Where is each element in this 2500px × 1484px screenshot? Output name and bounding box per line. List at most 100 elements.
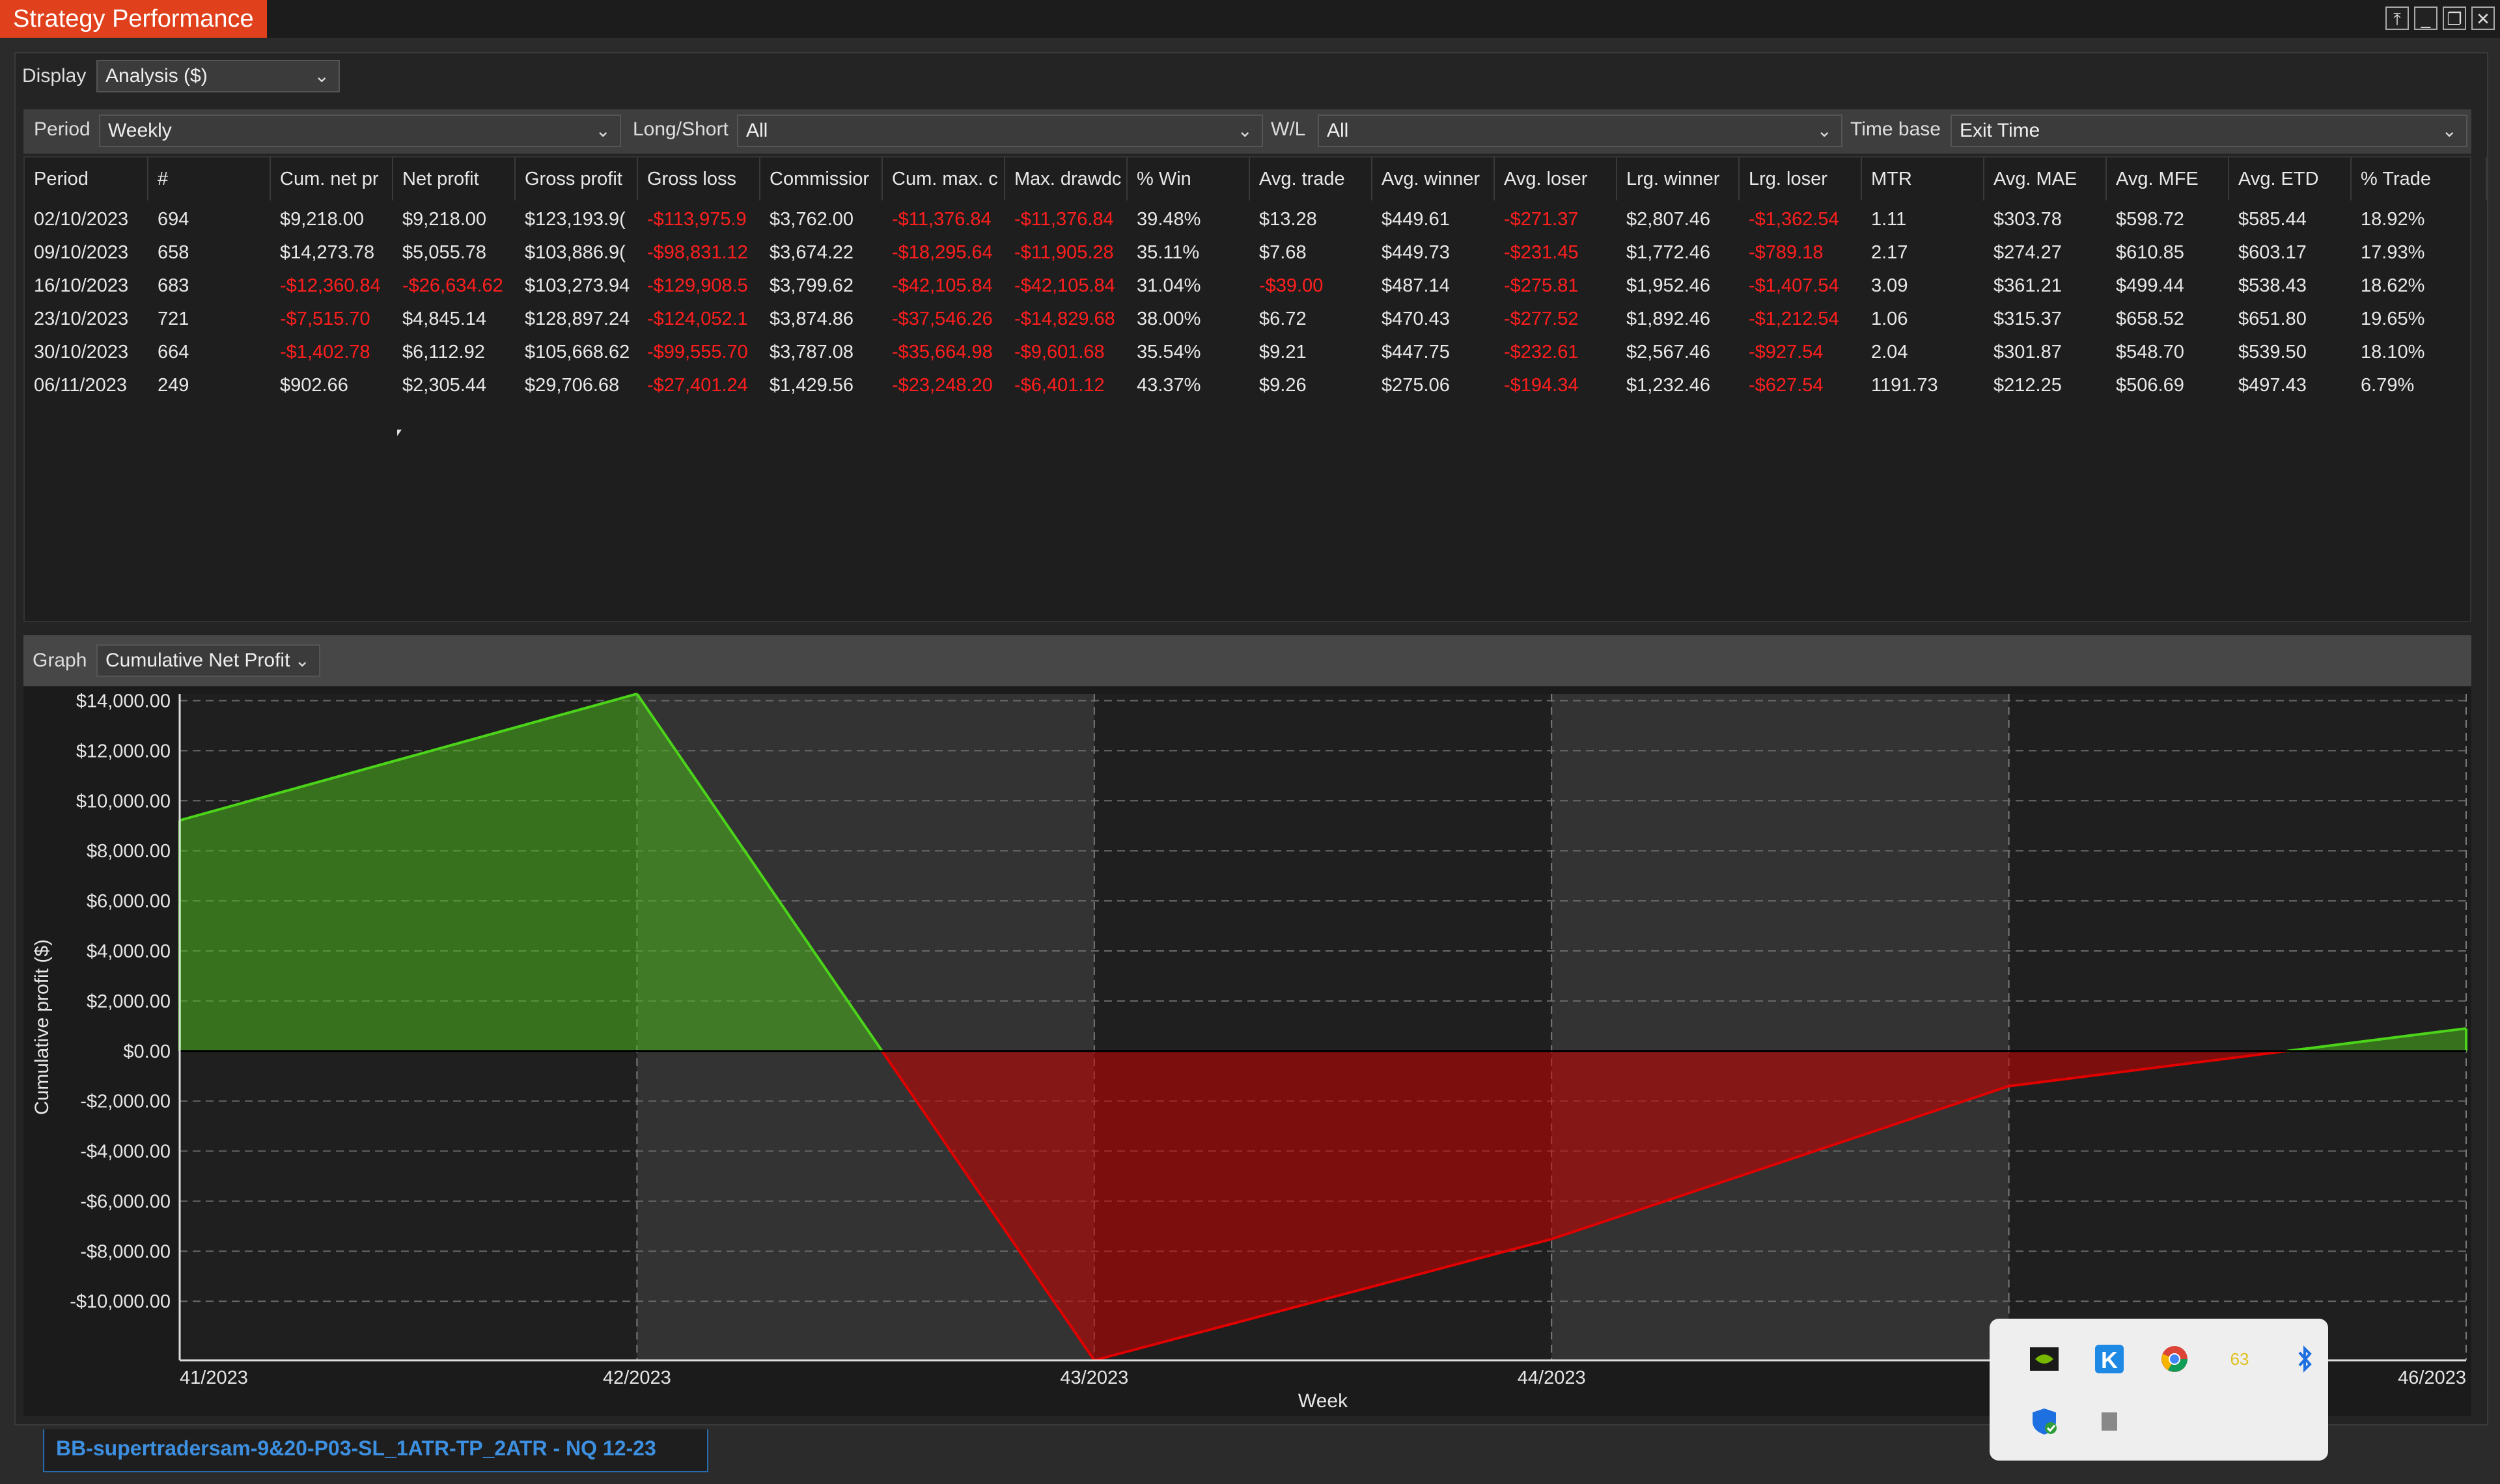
strategy-tab[interactable]: BB-supertradersam-9&20-P03-SL_1ATR-TP_2A… xyxy=(43,1429,708,1472)
table-cell: $105,668.62 xyxy=(525,342,630,363)
table-cell: $539.50 xyxy=(2238,342,2307,363)
table-cell: -$129,908.5 xyxy=(647,275,748,296)
column-header[interactable]: Avg. trade xyxy=(1250,158,1372,200)
performance-table: Period # Cum. net pr Net profit Gross profit… xyxy=(23,156,2487,622)
column-header[interactable]: % Trade xyxy=(2352,158,2487,200)
table-cell: -$194.34 xyxy=(1504,375,1579,396)
x-axis-title: Week xyxy=(1298,1390,1348,1412)
app-box-icon[interactable] xyxy=(2092,1405,2126,1438)
table-cell: 02/10/2023 xyxy=(34,209,129,230)
column-header[interactable]: Avg. ETD xyxy=(2229,158,2352,200)
column-header[interactable]: % Win xyxy=(1128,158,1250,200)
table-cell: 31.04% xyxy=(1137,275,1201,296)
table-cell: $598.72 xyxy=(2116,209,2184,230)
table-cell: -$26,634.62 xyxy=(402,275,503,296)
y-tick-label: -$6,000.00 xyxy=(80,1191,171,1212)
chart-band xyxy=(2008,694,2466,1360)
close-icon[interactable]: ✕ xyxy=(2471,7,2495,30)
table-cell: $3,787.08 xyxy=(770,342,854,363)
pin-icon[interactable]: ⤒ xyxy=(2385,7,2409,30)
column-header[interactable]: Max. drawdc xyxy=(1005,158,1128,200)
table-cell: -$12,360.84 xyxy=(280,275,381,296)
x-tick-label: 43/2023 xyxy=(1060,1367,1128,1388)
period-select[interactable]: Weekly ⌄ xyxy=(99,115,621,147)
table-cell: 721 xyxy=(158,309,189,329)
table-cell: $658.52 xyxy=(2116,309,2184,329)
y-tick-label: $6,000.00 xyxy=(87,891,171,912)
table-cell: $499.44 xyxy=(2116,275,2184,296)
table-cell: 249 xyxy=(158,375,189,396)
table-cell: $1,772.46 xyxy=(1626,242,1711,263)
restore-icon[interactable]: ❐ xyxy=(2443,7,2466,30)
column-header[interactable]: Avg. winner xyxy=(1372,158,1495,200)
chart-container: $14,000.00 $12,000.00 $10,000.00 $8,000.00 $… xyxy=(23,687,2471,1416)
graph-select[interactable]: Cumulative Net Profit ⌄ xyxy=(96,644,320,677)
table-row[interactable]: 16/10/2023 683 -$12,360.84 -$26,634.62 $103,… xyxy=(25,269,2487,303)
chevron-down-icon: ⌄ xyxy=(1816,120,1832,141)
table-cell: $2,807.46 xyxy=(1626,209,1711,230)
table-row[interactable]: 23/10/2023 721 -$7,515.70 $4,845.14 $128,897… xyxy=(25,303,2487,336)
k-app-icon[interactable]: K xyxy=(2092,1342,2126,1376)
table-cell: 1.11 xyxy=(1871,209,1907,230)
table-cell: $3,799.62 xyxy=(770,275,854,296)
table-cell: $9,218.00 xyxy=(402,209,487,230)
column-header[interactable]: Commissior xyxy=(760,158,883,200)
table-cell: 35.54% xyxy=(1137,342,1201,363)
table-cell: -$1,402.78 xyxy=(280,342,370,363)
minimize-icon[interactable]: _ xyxy=(2414,7,2438,30)
bluetooth-icon[interactable] xyxy=(2288,1342,2322,1376)
column-header[interactable]: Avg. MAE xyxy=(1984,158,2107,200)
table-row[interactable]: 09/10/2023 658 $14,273.78 $5,055.78 $103,886… xyxy=(25,236,2487,269)
temperature-icon[interactable]: 63 xyxy=(2223,1342,2257,1376)
table-cell: $3,874.86 xyxy=(770,309,854,329)
table-cell: -$37,546.26 xyxy=(892,309,993,329)
timebase-select[interactable]: Exit Time ⌄ xyxy=(1951,115,2467,147)
column-header[interactable]: Gross loss xyxy=(638,158,760,200)
table-cell: $103,886.9( xyxy=(525,242,626,263)
nvidia-icon[interactable] xyxy=(2027,1342,2061,1376)
table-row[interactable]: 06/11/2023 249 $902.66 $2,305.44 $29,706.68 -… xyxy=(25,369,2487,402)
x-tick-label: 41/2023 xyxy=(180,1367,248,1388)
table-cell: 1.06 xyxy=(1871,309,1908,329)
table-row[interactable]: 30/10/2023 664 -$1,402.78 $6,112.92 $105,668… xyxy=(25,336,2487,369)
table-cell: -$275.81 xyxy=(1504,275,1579,296)
column-header[interactable]: Cum. max. c xyxy=(883,158,1005,200)
window-controls: ⤒ _ ❐ ✕ xyxy=(2385,7,2495,30)
column-header[interactable]: MTR xyxy=(1862,158,1984,200)
table-cell: -$11,376.84 xyxy=(892,209,992,230)
column-header[interactable]: Avg. MFE xyxy=(2107,158,2229,200)
table-cell: -$35,664.98 xyxy=(892,342,993,363)
windows-security-icon[interactable] xyxy=(2027,1405,2061,1438)
column-header[interactable]: Cum. net pr xyxy=(271,158,393,200)
table-header: Period # Cum. net pr Net profit Gross profit… xyxy=(25,158,2487,200)
column-header[interactable]: Period xyxy=(25,158,148,200)
table-cell: 30/10/2023 xyxy=(34,342,129,363)
table-cell: 683 xyxy=(158,275,189,296)
table-cell: -$231.45 xyxy=(1504,242,1579,263)
longshort-select[interactable]: All ⌄ xyxy=(737,115,1263,147)
svg-text:K: K xyxy=(2101,1347,2118,1373)
column-header[interactable]: Gross profit xyxy=(516,158,638,200)
table-cell: $123,193.9( xyxy=(525,209,626,230)
longshort-value: All xyxy=(746,120,768,141)
column-header[interactable]: Lrg. winner xyxy=(1617,158,1740,200)
table-cell: $128,897.24 xyxy=(525,309,630,329)
table-cell: -$11,376.84 xyxy=(1014,209,1114,230)
display-select[interactable]: Analysis ($) ⌄ xyxy=(96,60,340,92)
wl-select[interactable]: All ⌄ xyxy=(1318,115,1842,147)
table-cell: 3.09 xyxy=(1871,275,1908,296)
table-cell: $548.70 xyxy=(2116,342,2184,363)
column-header[interactable]: # xyxy=(148,158,271,200)
table-cell: $449.73 xyxy=(1382,242,1450,263)
table-cell: $315.37 xyxy=(1993,309,2062,329)
column-header[interactable]: Net profit xyxy=(393,158,516,200)
table-cell: $506.69 xyxy=(2116,375,2184,396)
table-cell: -$99,555.70 xyxy=(647,342,748,363)
table-cell: -$277.52 xyxy=(1504,309,1579,329)
table-cell: $487.14 xyxy=(1382,275,1450,296)
table-cell: -$23,248.20 xyxy=(892,375,993,396)
column-header[interactable]: Lrg. loser xyxy=(1740,158,1862,200)
chrome-icon[interactable] xyxy=(2158,1342,2191,1376)
column-header[interactable]: Avg. loser xyxy=(1495,158,1617,200)
table-row[interactable]: 02/10/2023 694 $9,218.00 $9,218.00 $123,193.… xyxy=(25,203,2487,236)
